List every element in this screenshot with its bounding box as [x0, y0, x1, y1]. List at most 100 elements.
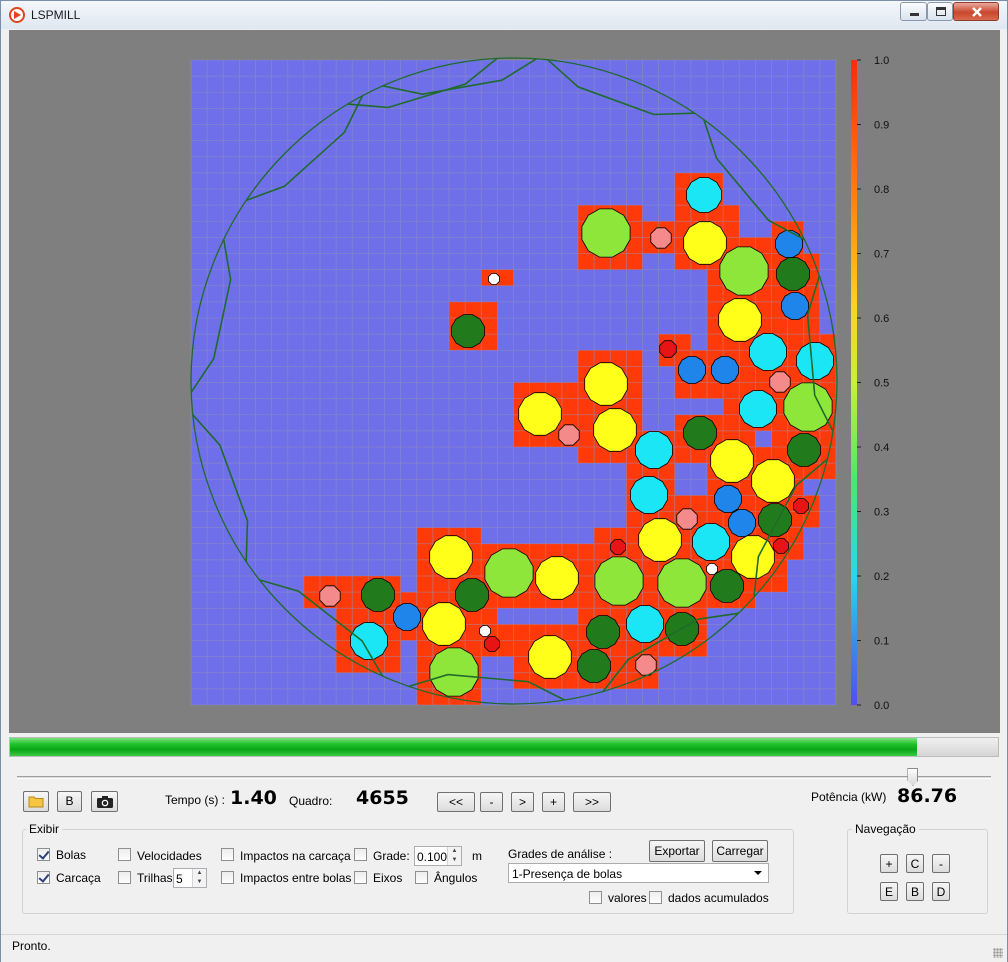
mill-plot[interactable]: 1.0 0.9 0.8 0.7 0.6 0.5 0.4 0.3 0.2 0.1 0.0 — [9, 30, 1000, 733]
exportar-button[interactable]: Exportar — [649, 840, 705, 862]
ball — [586, 615, 620, 649]
ball — [484, 548, 534, 598]
colorbar-tick-label: 1.0 — [874, 55, 889, 67]
first-frame-button[interactable]: << — [437, 792, 475, 812]
ball — [714, 485, 742, 513]
ball — [706, 563, 718, 575]
ball — [710, 439, 754, 483]
title-bar: LSPMILL — [1, 1, 1007, 29]
app-logo-icon — [9, 7, 25, 23]
stepper-down-icon[interactable]: ▼ — [448, 856, 461, 865]
ball — [718, 298, 762, 342]
grade-stepper[interactable]: 0.100 ▲ ▼ — [414, 846, 462, 866]
occupied-cell — [352, 608, 369, 625]
trilhas-stepper-arrows[interactable]: ▲ ▼ — [192, 869, 206, 887]
next-frame-button[interactable]: > — [511, 792, 534, 812]
trilhas-label: Trilhas — [137, 871, 173, 885]
carcaca-checkbox[interactable] — [37, 871, 50, 884]
time-slider-track[interactable] — [17, 776, 991, 779]
valores-checkbox[interactable] — [589, 891, 602, 904]
occupied-cell — [384, 656, 401, 673]
occupied-cell — [674, 382, 691, 399]
occupied-cell — [594, 543, 611, 560]
occupied-cell — [303, 576, 320, 593]
grade-unit: m — [472, 849, 482, 863]
dados-acumulados-checkbox[interactable] — [649, 891, 662, 904]
colorbar-tick-label: 0.1 — [874, 636, 889, 648]
occupied-cell — [771, 430, 788, 447]
occupied-cell — [578, 398, 595, 415]
bolas-checkbox[interactable] — [37, 848, 50, 861]
ball — [518, 392, 562, 436]
ball — [775, 230, 803, 258]
ball — [610, 539, 626, 555]
ball — [594, 556, 644, 606]
pan-right-button[interactable]: D — [932, 882, 950, 901]
ball — [535, 556, 579, 600]
status-text: Pronto. — [12, 939, 51, 953]
impactos-bolas-checkbox[interactable] — [221, 871, 234, 884]
frame-value: 4655 — [356, 787, 409, 809]
eixos-checkbox[interactable] — [354, 871, 367, 884]
progress-fill — [10, 738, 917, 756]
resize-grip-icon[interactable] — [993, 948, 1003, 958]
trilhas-stepper[interactable]: 5 ▲ ▼ — [173, 868, 207, 888]
grades-analise-selected: 1-Presença de bolas — [512, 867, 623, 881]
occupied-cell — [578, 543, 595, 560]
occupied-cell — [578, 350, 595, 367]
angulos-checkbox[interactable] — [415, 871, 428, 884]
occupied-cell — [578, 447, 595, 464]
occupied-cell — [578, 430, 595, 447]
plus-frame-button[interactable]: + — [542, 792, 565, 812]
stepper-up-icon[interactable]: ▲ — [448, 847, 461, 856]
carregar-button[interactable]: Carregar — [712, 840, 768, 862]
minimize-button[interactable] — [900, 2, 927, 21]
ball — [429, 647, 479, 697]
occupied-cell — [561, 398, 578, 415]
chevron-down-icon[interactable] — [754, 871, 762, 875]
trilhas-value: 5 — [176, 872, 183, 886]
grade-label: Grade: — [373, 849, 410, 863]
center-button[interactable]: C — [906, 854, 924, 873]
occupied-cell — [465, 527, 482, 544]
maximize-button[interactable] — [927, 2, 953, 21]
ball — [683, 221, 727, 265]
time-slider-thumb[interactable] — [907, 768, 919, 786]
previous-frame-button[interactable]: - — [480, 792, 503, 812]
last-frame-button[interactable]: >> — [573, 792, 611, 812]
time-label: Tempo (s) : — [165, 793, 226, 807]
ball — [593, 408, 637, 452]
mill-viewport[interactable]: 1.0 0.9 0.8 0.7 0.6 0.5 0.4 0.3 0.2 0.1 0.0 — [9, 30, 1000, 733]
ball — [479, 625, 491, 637]
close-icon — [972, 7, 982, 17]
ball — [422, 602, 466, 646]
open-file-button[interactable] — [23, 791, 49, 812]
occupied-cell — [594, 527, 611, 544]
occupied-cell — [561, 624, 578, 641]
pan-down-button[interactable]: B — [906, 882, 924, 901]
close-button[interactable] — [953, 2, 999, 21]
zoom-in-button[interactable]: + — [880, 854, 898, 873]
snapshot-button[interactable] — [91, 791, 118, 812]
colorbar-tick-label: 0.4 — [874, 442, 889, 454]
colorbar-tick-label: 0.2 — [874, 571, 889, 583]
stepper-down-icon[interactable]: ▼ — [193, 878, 206, 887]
trilhas-checkbox[interactable] — [118, 871, 131, 884]
zoom-out-button[interactable]: - — [932, 854, 950, 873]
ball — [638, 518, 682, 562]
grade-stepper-arrows[interactable]: ▲ ▼ — [447, 847, 461, 865]
grades-analise-dropdown[interactable]: 1-Presença de bolas — [508, 863, 769, 883]
velocidades-checkbox[interactable] — [118, 848, 131, 861]
app-window: LSPMILL 1.0 0.9 0.8 0.7 0.6 0.5 0.4 0.3 0.2 0.1 0.… — [0, 0, 1008, 962]
pan-left-button[interactable]: E — [880, 882, 898, 901]
colorbar-tick-label: 0.8 — [874, 184, 889, 196]
impactos-carcaca-checkbox[interactable] — [221, 848, 234, 861]
grade-checkbox[interactable] — [354, 848, 367, 861]
occupied-cell — [626, 382, 643, 399]
stepper-up-icon[interactable]: ▲ — [193, 869, 206, 878]
occupied-cell — [481, 301, 498, 318]
ball — [783, 382, 833, 432]
dados-acumulados-label: dados acumulados — [668, 891, 769, 905]
occupied-cell — [513, 382, 530, 399]
b-button[interactable]: B — [57, 791, 82, 812]
